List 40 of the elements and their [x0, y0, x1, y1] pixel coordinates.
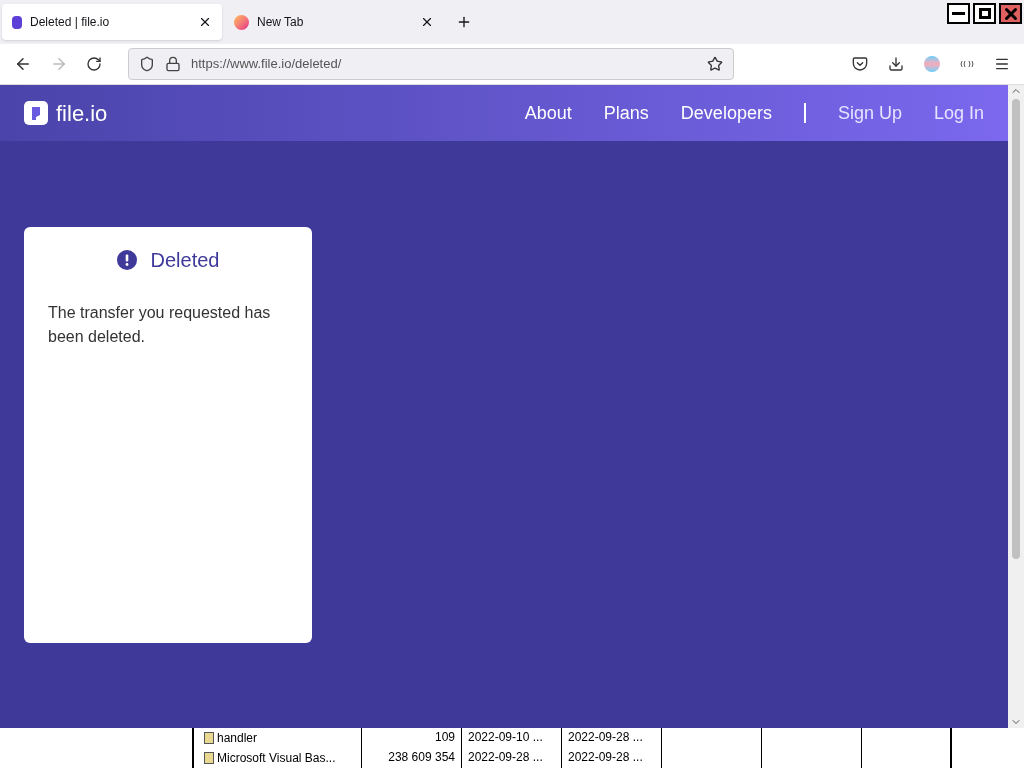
download-icon[interactable]: [888, 56, 904, 72]
new-tab-icon[interactable]: [456, 14, 472, 30]
address-bar[interactable]: https://www.file.io/deleted/: [128, 48, 734, 80]
file-name-cell[interactable]: handler: [194, 728, 362, 748]
site-icon: [12, 15, 22, 29]
pocket-icon[interactable]: [852, 56, 868, 72]
card-title: Deleted: [150, 248, 220, 273]
alert-icon: [116, 250, 137, 270]
card-message: The transfer you requested has been deleted.: [48, 303, 272, 347]
file-icon: [204, 732, 214, 744]
date-cell: 2022-09-28 ...: [562, 748, 662, 768]
restore-button[interactable]: [973, 3, 996, 24]
minimize-button[interactable]: [947, 3, 970, 24]
site-logo[interactable]: file.io: [56, 96, 108, 130]
reload-icon[interactable]: [86, 56, 102, 72]
date-cell: 2022-09-10 ...: [462, 728, 562, 748]
nav-link[interactable]: About: [524, 99, 572, 127]
bookmark-star-icon[interactable]: [707, 56, 723, 72]
lock-icon[interactable]: [165, 56, 181, 72]
extension-icon[interactable]: [960, 60, 974, 68]
menu-icon[interactable]: [994, 56, 1010, 72]
close-icon[interactable]: [420, 15, 434, 29]
date-cell: 2022-09-28 ...: [462, 748, 562, 768]
date-cell: 2022-09-28 ...: [562, 728, 662, 748]
size-cell: 109: [362, 728, 462, 748]
file-name-cell[interactable]: Microsoft Visual Bas...: [194, 748, 362, 768]
close-button[interactable]: [999, 3, 1022, 24]
back-icon[interactable]: [14, 55, 32, 73]
shield-icon[interactable]: [139, 56, 155, 72]
file-icon: [204, 752, 214, 764]
logo-icon: [24, 101, 48, 125]
nav-link[interactable]: Log In: [933, 99, 984, 127]
browser-tab[interactable]: Deleted | file.io: [2, 4, 222, 40]
close-icon[interactable]: [198, 15, 212, 29]
nav-link[interactable]: Plans: [603, 99, 649, 127]
browser-icon: [234, 14, 249, 30]
nav-link[interactable]: Developers: [680, 99, 772, 127]
browser-tab[interactable]: New Tab: [224, 4, 444, 40]
size-cell: 238 609 354: [362, 748, 462, 768]
nav-link[interactable]: Sign Up: [837, 99, 902, 127]
